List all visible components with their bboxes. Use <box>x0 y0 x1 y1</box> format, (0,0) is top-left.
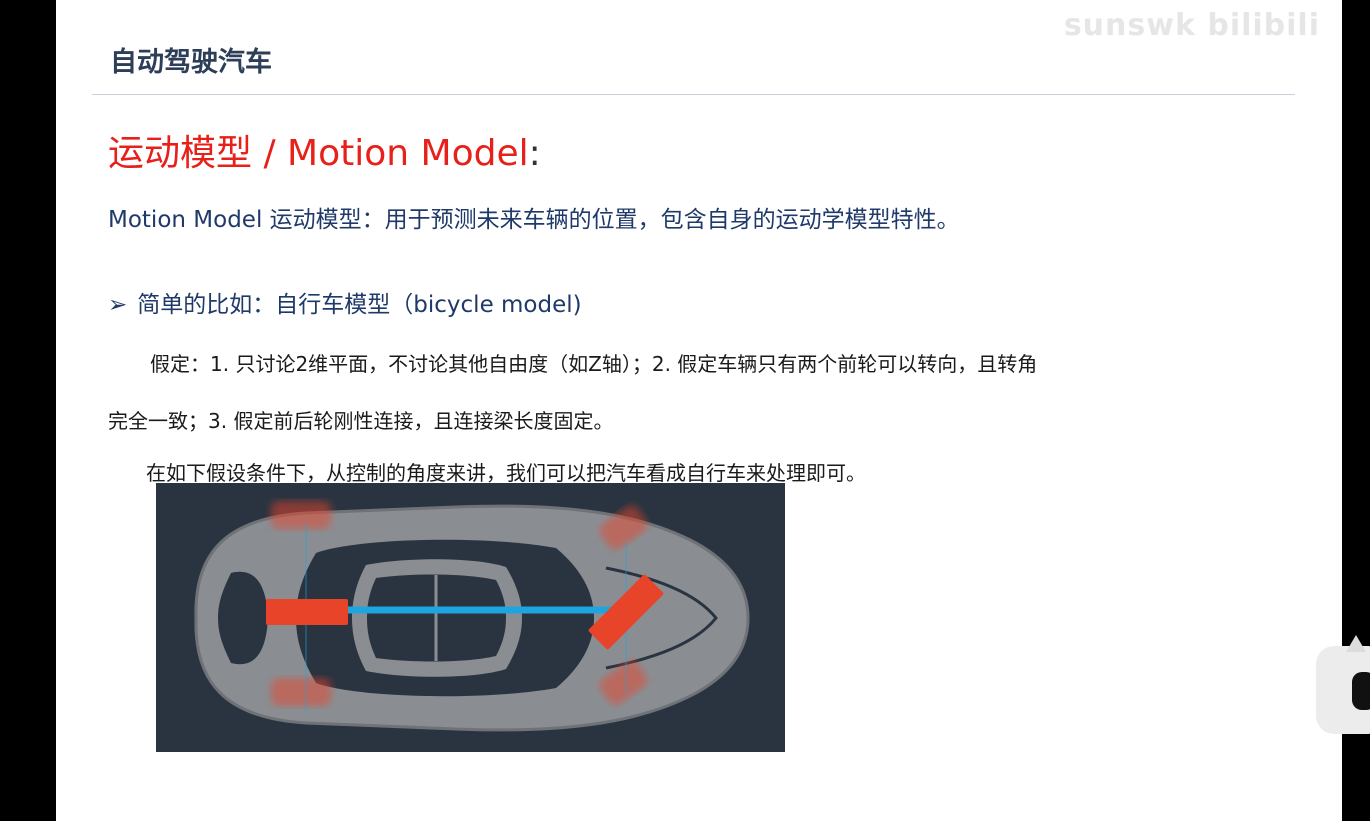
bullet-item: ➢ 简单的比如：自行车模型（bicycle model) <box>108 285 582 319</box>
slide: 自动驾驶汽车 sunswk bilibili 运动模型 / Motion Mod… <box>56 0 1342 821</box>
section-title-text: 运动模型 / Motion Model <box>108 133 529 174</box>
assumption-line-2: 完全一致；3. 假定前后轮刚性连接，且连接梁长度固定。 <box>108 409 614 433</box>
header-title: 自动驾驶汽车 <box>110 47 272 78</box>
assumption-line-1: 假定：1. 只讨论2维平面，不讨论其他自由度（如Z轴）；2. 假定车辆只有两个前… <box>150 352 1038 376</box>
intro-text: Motion Model 运动模型：用于预测未来车辆的位置，包含自身的运动学模型… <box>108 207 960 233</box>
header-divider <box>92 94 1295 95</box>
section-title: 运动模型 / Motion Model: <box>108 124 541 176</box>
floating-panel-icon[interactable] <box>1316 630 1370 734</box>
watermark: sunswk bilibili <box>1063 8 1320 43</box>
rear-wheel <box>266 599 348 625</box>
bullet-text: 简单的比如：自行车模型（bicycle model) <box>137 292 582 318</box>
bicycle-model-figure <box>156 483 785 752</box>
conclusion-text: 在如下假设条件下，从控制的角度来讲，我们可以把汽车看成自行车来处理即可。 <box>146 461 866 485</box>
section-title-colon: : <box>528 133 541 174</box>
bullet-arrow-icon: ➢ <box>108 292 128 318</box>
car-topview-image <box>194 501 750 732</box>
